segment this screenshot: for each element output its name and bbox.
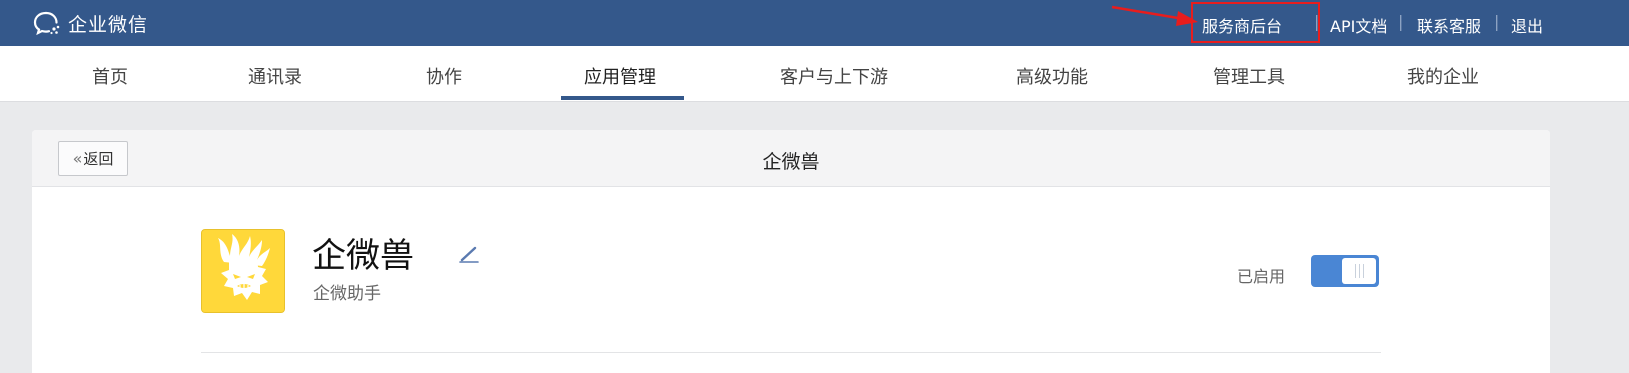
toggle-knob: [1342, 258, 1376, 284]
nav-item-customers[interactable]: 客户与上下游: [780, 63, 888, 89]
active-tab-indicator: [561, 96, 684, 100]
nav-item-management-tools[interactable]: 管理工具: [1213, 63, 1285, 89]
status-label: 已启用: [1237, 267, 1286, 286]
api-docs-link[interactable]: API文档: [1330, 13, 1387, 37]
enable-toggle[interactable]: [1311, 255, 1379, 287]
page-title: 企微兽: [762, 151, 820, 173]
wecom-logo[interactable]: 企业微信: [32, 10, 148, 36]
app-detail-card: « 返回 企微兽 企微兽 企微助手 已启用: [32, 130, 1550, 373]
edit-pencil-icon[interactable]: [458, 242, 480, 264]
nav-item-collaboration[interactable]: 协作: [426, 63, 462, 89]
annotation-arrow-icon: [1111, 5, 1198, 26]
main-nav: 首页 通讯录 协作 应用管理 客户与上下游 高级功能 管理工具 我的企业: [0, 46, 1629, 102]
wecom-chat-bubble-icon: [33, 11, 60, 36]
separator: |: [1398, 12, 1404, 31]
logout-link[interactable]: 退出: [1511, 13, 1543, 37]
card-header: « 返回 企微兽: [32, 130, 1550, 187]
separator: |: [1494, 12, 1500, 31]
nav-item-contacts[interactable]: 通讯录: [248, 63, 302, 89]
logo-text: 企业微信: [68, 13, 149, 36]
nav-item-advanced[interactable]: 高级功能: [1016, 63, 1088, 89]
nav-item-my-enterprise[interactable]: 我的企业: [1407, 63, 1479, 89]
separator: |: [1314, 12, 1320, 31]
provider-backend-link[interactable]: 服务商后台: [1202, 13, 1282, 37]
beast-face-logo-icon: [202, 230, 284, 312]
nav-item-home[interactable]: 首页: [92, 63, 128, 89]
nav-item-app-management[interactable]: 应用管理: [584, 63, 656, 89]
contact-support-link[interactable]: 联系客服: [1417, 13, 1481, 37]
divider: [201, 352, 1381, 353]
app-subtitle: 企微助手: [313, 284, 381, 304]
app-name: 企微兽: [312, 236, 414, 276]
top-bar: 企业微信 服务商后台 | API文档 | 联系客服 | 退出: [0, 0, 1629, 46]
app-icon: [201, 229, 285, 313]
